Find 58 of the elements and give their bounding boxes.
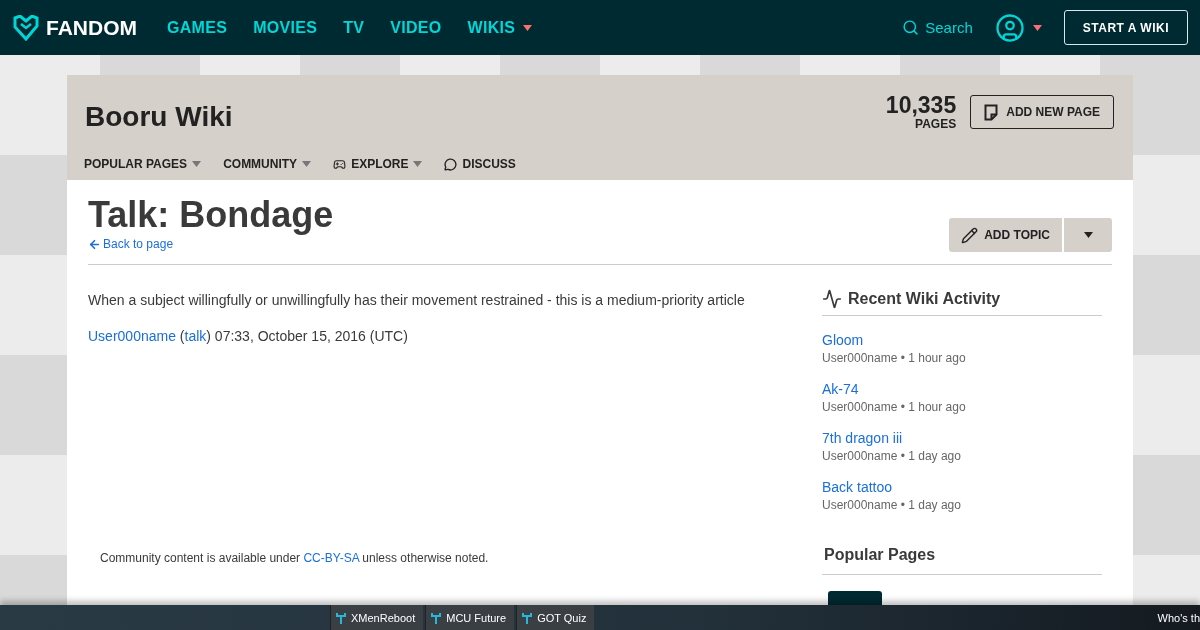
wiki-menu-item[interactable]: POPULAR PAGES [84,157,202,171]
search-link[interactable]: Search [902,19,973,36]
activity-meta: User000name • 1 day ago [822,498,962,512]
user-link[interactable]: User000name [88,328,176,344]
nav-link[interactable]: GAMES [167,18,228,37]
gamepad-icon [333,157,347,171]
rail-heading: Popular Pages [824,546,937,564]
rail-heading: Recent Wiki Activity [848,290,1001,308]
signature: User000name (talk) 07:33, October 15, 2016 (UTC) [88,328,409,344]
antenna-icon [522,611,533,624]
search-icon [902,19,920,36]
nav-link[interactable]: MOVIES [253,18,318,37]
account-button[interactable] [994,12,1042,43]
nav-link[interactable]: VIDEO [390,18,442,37]
start-wiki-button[interactable]: START A WIKI [1063,10,1188,45]
page-count-label: PAGES [915,117,957,131]
activity-icon [822,289,842,309]
license-notice: Community content is available under CC-BY-SA unless otherwise noted. [100,551,490,565]
activity-meta: User000name • 1 hour ago [822,351,967,365]
caret-icon [523,24,533,31]
caret-icon [192,161,202,167]
caret-icon [413,161,423,167]
talk-text: When a subject willingfully or unwillingfully has their movement restrained - this is a medium-priority article [88,292,746,308]
wiki-title[interactable]: Booru Wiki [85,101,233,133]
wiki-menu-item[interactable]: COMMUNITY [223,157,312,171]
activity-meta: User000name • 1 day ago [822,449,962,463]
page-count: 10,335 [885,93,957,117]
caret-icon [302,161,312,167]
add-page-button[interactable]: ADD NEW PAGE [970,95,1114,129]
arrow-left-icon [88,237,101,251]
bottom-tab[interactable]: GOT Quiz [516,605,595,630]
wiki-menu-item[interactable]: DISCUSS [444,157,516,171]
activity-link[interactable]: Ak-74 [822,381,1102,397]
heart-logo-icon [12,14,40,41]
license-link[interactable]: CC-BY-SA [303,551,359,565]
page-icon [984,103,999,121]
talk-link[interactable]: talk [184,328,207,344]
add-topic-button[interactable]: ADD TOPIC [949,218,1062,252]
brand-name[interactable]: FANDOM [46,15,137,40]
back-link[interactable]: Back to page [88,237,334,251]
caret-icon [1083,232,1093,238]
caret-icon [1032,24,1042,31]
page-title: Talk: Bondage [88,195,334,235]
antenna-icon [431,611,442,624]
pencil-icon [961,226,979,244]
bottom-bar-text[interactable]: Who's th [1157,611,1200,624]
user-icon [994,12,1025,43]
speech-bubble-icon [444,157,458,171]
bottom-tab[interactable]: XMenReboot [330,605,424,630]
wiki-menu-item[interactable]: EXPLORE [333,157,423,171]
nav-link[interactable]: TV [343,18,365,37]
activity-link[interactable]: 7th dragon iii [822,430,1102,446]
antenna-icon [336,611,346,624]
nav-link[interactable]: WIKIS [467,18,533,37]
activity-link[interactable]: Gloom [822,332,1102,348]
activity-link[interactable]: Back tattoo [822,479,1102,495]
activity-meta: User000name • 1 hour ago [822,400,967,414]
bottom-tab[interactable]: MCU Future [425,605,515,630]
